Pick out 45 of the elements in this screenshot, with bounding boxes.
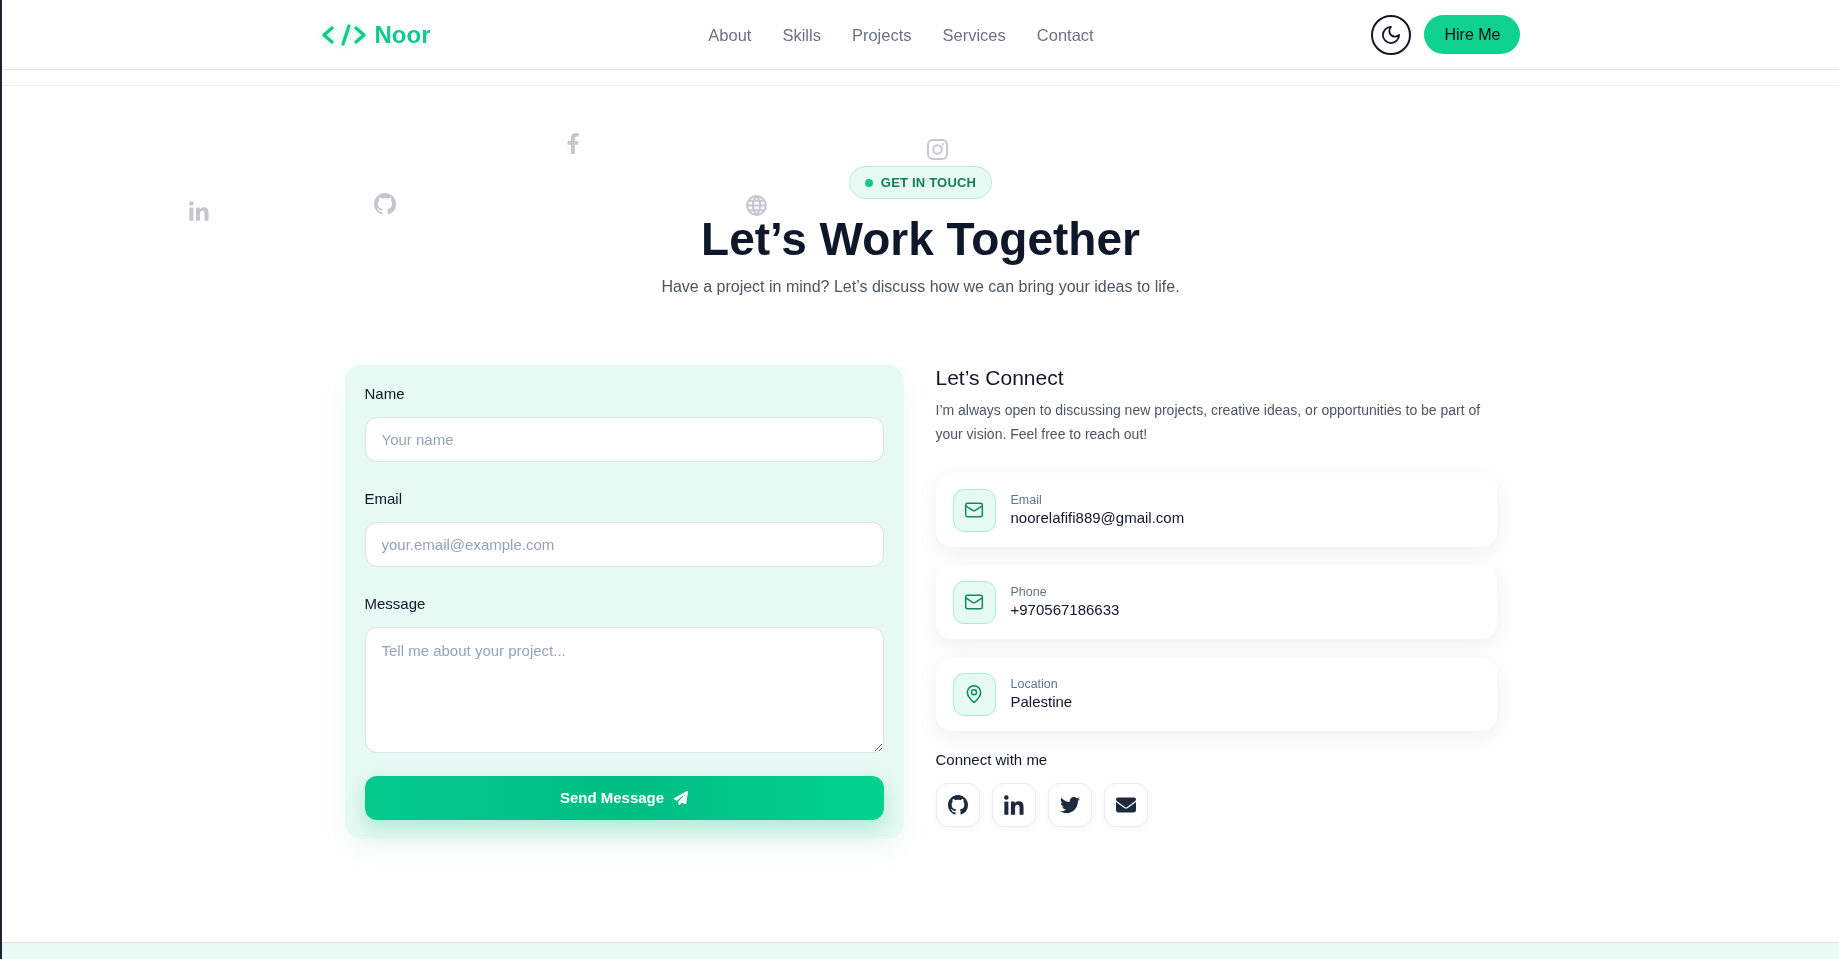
facebook-logo-icon: [567, 133, 579, 154]
info-label: Location: [1010, 676, 1058, 692]
info-label: Email: [1010, 492, 1042, 508]
github-logo-icon: [374, 193, 396, 215]
github-logo-icon: [947, 795, 968, 815]
social-link-button[interactable]: [991, 783, 1036, 827]
paper-plane-icon: [674, 791, 689, 805]
field-label: Email: [364, 489, 402, 509]
map-pin-icon: [952, 672, 996, 716]
page-heading: Let’s Work Together: [701, 212, 1140, 267]
nav-link[interactable]: About: [708, 22, 752, 47]
info-value: noorelafifi889@gmail.com: [1010, 508, 1185, 528]
globe-icon: [746, 195, 767, 216]
name-input[interactable]: Your name: [364, 417, 884, 462]
info-value: Palestine: [1010, 692, 1073, 712]
social-link-button[interactable]: [1103, 783, 1148, 827]
tag-text: GET IN TOUCH: [880, 174, 977, 191]
nav-link[interactable]: Projects: [851, 22, 912, 47]
envelope-icon: [1115, 795, 1136, 815]
nav-link[interactable]: Contact: [1036, 22, 1094, 47]
social-link-button[interactable]: [935, 783, 980, 827]
status-dot-icon: [864, 178, 873, 187]
social-link-button[interactable]: [1047, 783, 1092, 827]
envelope-icon: [952, 488, 996, 532]
nav-link[interactable]: Services: [942, 22, 1006, 47]
instagram-logo-icon: [927, 139, 948, 160]
field-label: Name: [364, 384, 405, 404]
message-input[interactable]: Tell me about your project...: [364, 627, 884, 753]
code-brackets-icon: [320, 23, 367, 46]
linkedin-logo-icon: [1003, 795, 1024, 815]
field-label: Message: [364, 594, 426, 614]
info-label: Phone: [1010, 584, 1047, 600]
bird-logo-icon: [1059, 795, 1080, 815]
linkedin-logo-icon: [189, 201, 209, 221]
hire-me-button[interactable]: Hire Me: [1424, 15, 1521, 54]
nav-link[interactable]: Skills: [782, 22, 821, 47]
envelope-icon: [952, 580, 996, 624]
social-heading: Connect with me: [935, 750, 1048, 770]
info-value: +970567186633: [1010, 600, 1120, 620]
section-heading: Let’s Connect: [935, 365, 1064, 390]
page-subtitle: Have a project in mind? Let’s discuss how we can bring your ideas to life.: [661, 277, 1180, 297]
moon-icon: [1382, 25, 1401, 44]
theme-toggle-button[interactable]: [1371, 14, 1412, 55]
email-input[interactable]: your.email@example.com: [364, 522, 884, 567]
intro-paragraph: I’m always open to discussing new projects, creative ideas, or opportunities to be part of your vision. Feel free to reach out!: [935, 401, 1482, 444]
